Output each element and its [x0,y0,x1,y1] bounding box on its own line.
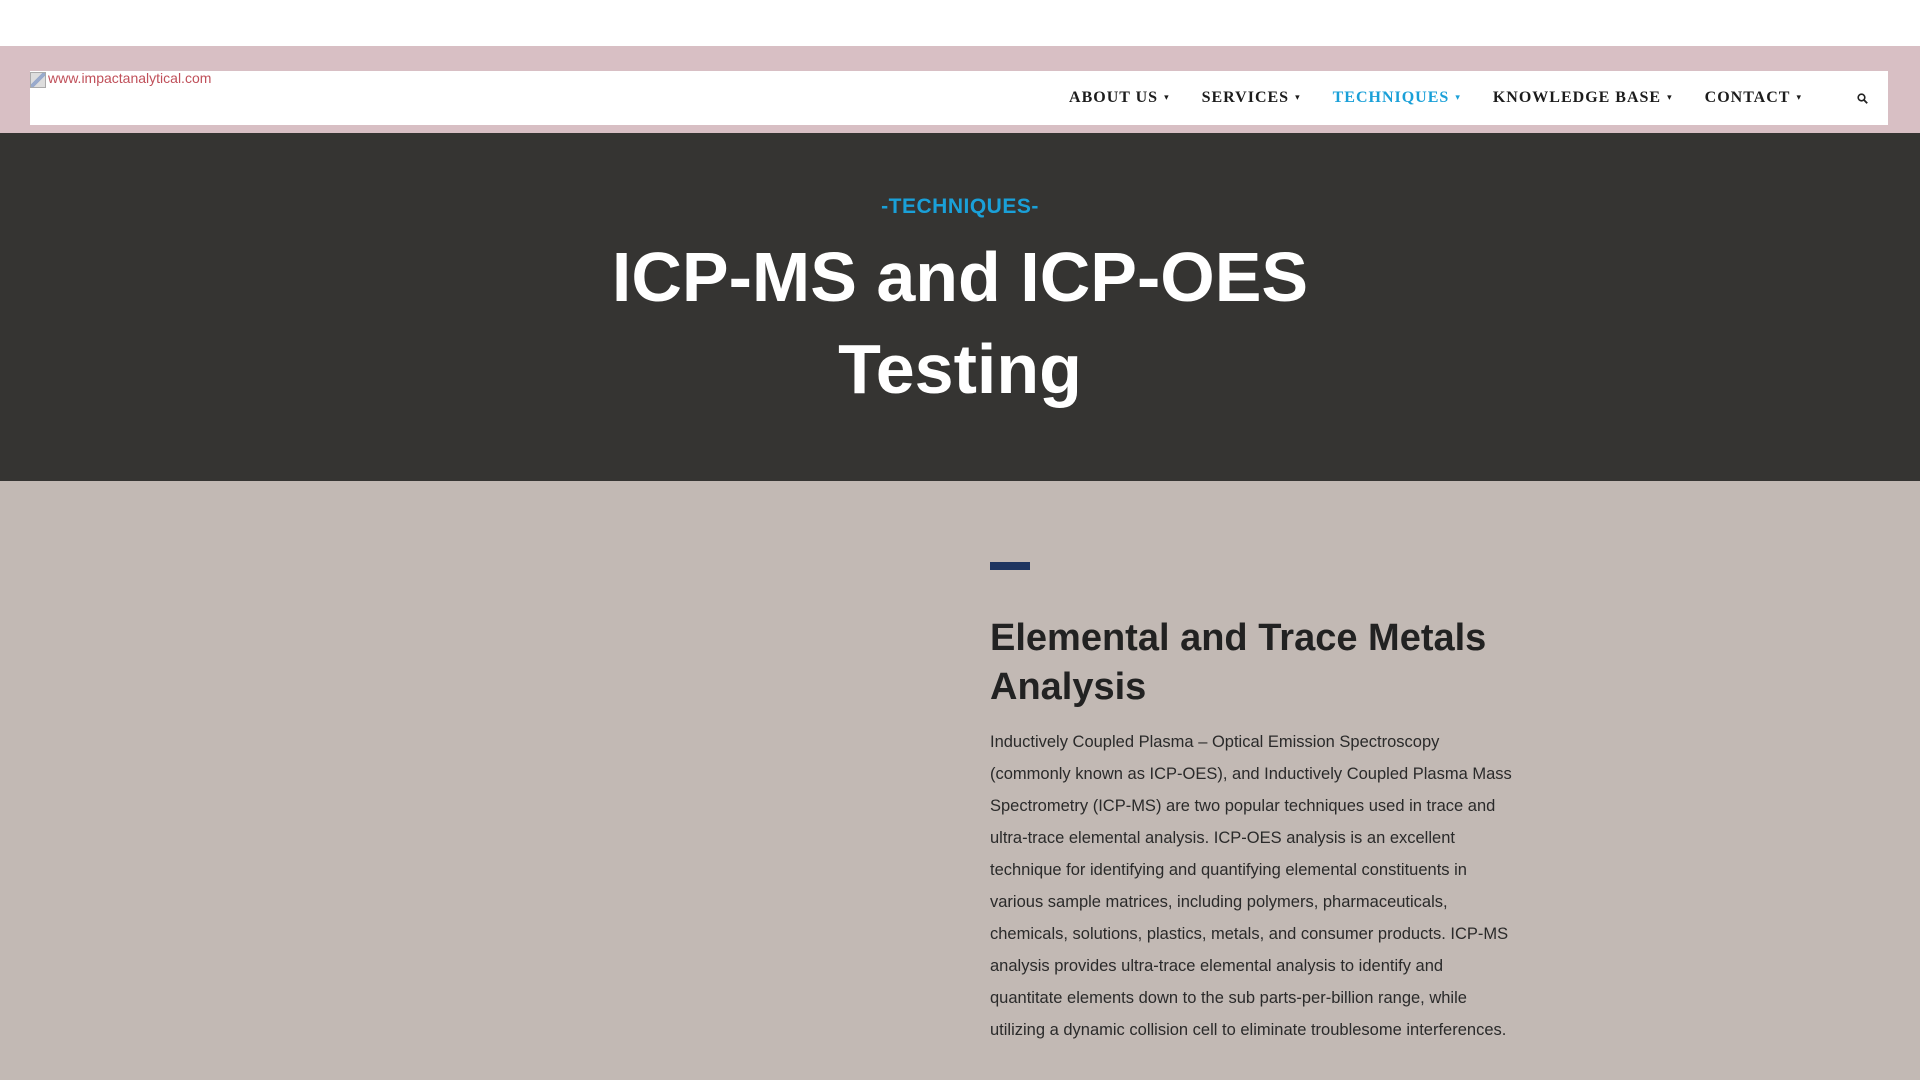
hero-eyebrow: -TECHNIQUES- [881,195,1039,218]
broken-image-icon [30,72,46,88]
chevron-down-icon: ▾ [1796,93,1802,103]
nav-label: KNOWLEDGE BASE [1492,89,1662,106]
accent-divider [990,562,1030,570]
page-title: ICP-MS and ICP-OES Testing [611,238,1309,408]
hero-banner: -TECHNIQUES- ICP-MS and ICP-OES Testing [0,133,1920,481]
search-button[interactable] [1850,71,1874,125]
nav-label: SERVICES [1201,89,1290,106]
section-body: Inductively Coupled Plasma – Optical Emi… [990,733,1512,1039]
chevron-down-icon: ▾ [1455,93,1461,103]
logo-alt-text: www.impactanalytical.com [48,70,212,86]
site-logo[interactable]: www.impactanalytical.com [30,71,211,88]
nav-label: TECHNIQUES [1332,89,1450,106]
nav-item-techniques[interactable]: TECHNIQUES ▾ [1317,89,1477,107]
nav-item-knowledge-base[interactable]: KNOWLEDGE BASE ▾ [1477,89,1689,107]
search-icon [1856,92,1868,104]
nav-label: ABOUT US [1069,89,1159,106]
nav-label: CONTACT [1704,89,1791,106]
chevron-down-icon: ▾ [1295,93,1301,103]
nav-item-services[interactable]: SERVICES ▾ [1186,89,1317,107]
nav-item-contact[interactable]: CONTACT ▾ [1689,89,1818,107]
main-menu: ABOUT US ▾ SERVICES ▾ TECHNIQUES ▾ KNOWL… [1053,71,1818,125]
nav-item-about-us[interactable]: ABOUT US ▾ [1053,89,1186,107]
chevron-down-icon: ▾ [1667,93,1673,103]
top-strip [0,0,1920,46]
section-title: Elemental and Trace Metals Analysis [990,617,1487,708]
chevron-down-icon: ▾ [1164,93,1170,103]
content-section [0,481,1920,1080]
navbar: www.impactanalytical.com ABOUT US ▾ SERV… [30,71,1888,125]
